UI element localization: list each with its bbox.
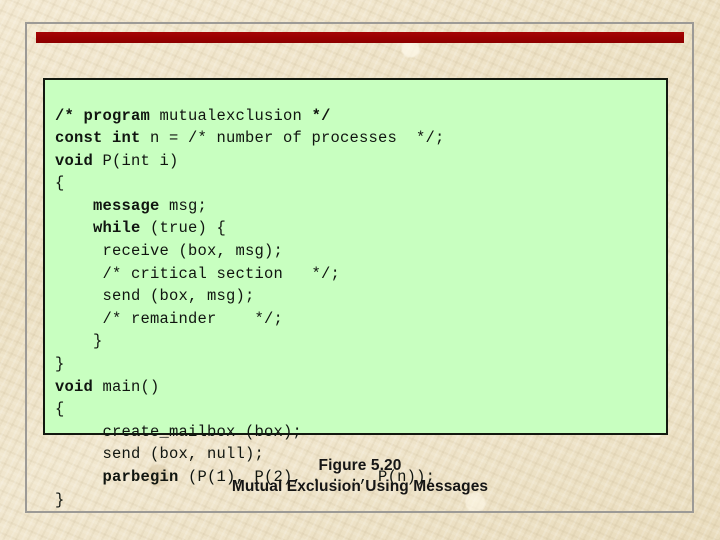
code-line: /* critical section */; bbox=[55, 263, 666, 286]
code-line: /* remainder */; bbox=[55, 308, 666, 331]
figure-number: Figure 5.20 bbox=[318, 457, 402, 474]
code-text: main() bbox=[102, 377, 160, 396]
figure-caption: Figure 5.20 Mutual Exclusion Using Messa… bbox=[0, 455, 720, 497]
code-text: msg; bbox=[169, 196, 208, 215]
code-line: void main() bbox=[55, 376, 666, 399]
code-line: receive (box, msg); bbox=[55, 240, 666, 263]
code-text: { bbox=[55, 400, 65, 419]
code-line: void P(int i) bbox=[55, 150, 666, 173]
code-line: } bbox=[55, 330, 666, 353]
code-line: const int n = /* number of processes */; bbox=[55, 127, 666, 150]
code-text: (true) { bbox=[150, 219, 227, 238]
code-line: while (true) { bbox=[55, 217, 666, 240]
code-line: create_mailbox (box); bbox=[55, 421, 666, 444]
code-line: send (box, msg); bbox=[55, 285, 666, 308]
code-keyword: void bbox=[55, 151, 103, 170]
code-keyword: program bbox=[83, 106, 160, 125]
code-text: create_mailbox (box); bbox=[55, 422, 303, 441]
code-keyword: const int bbox=[55, 129, 151, 148]
code-text: } bbox=[55, 355, 65, 374]
code-keyword: void bbox=[55, 377, 103, 396]
code-text: /* remainder */; bbox=[55, 309, 284, 328]
code-line: { bbox=[55, 398, 666, 421]
code-text: { bbox=[55, 174, 65, 193]
code-line: message msg; bbox=[55, 195, 666, 218]
code-text: /* critical section */; bbox=[55, 264, 341, 283]
code-text: send (box, msg); bbox=[55, 287, 255, 306]
code-listing-box: /* program mutualexclusion */const int n… bbox=[43, 78, 668, 509]
code-text: n = /* number of processes */; bbox=[150, 129, 445, 148]
code-keyword: /* bbox=[55, 106, 84, 125]
code-text: } bbox=[55, 332, 103, 351]
accent-bar bbox=[36, 32, 684, 43]
figure-title: Mutual Exclusion Using Messages bbox=[231, 478, 489, 495]
code-keyword: while bbox=[93, 219, 151, 238]
code-keyword: */ bbox=[311, 106, 331, 125]
slide-canvas: /* program mutualexclusion */const int n… bbox=[0, 0, 720, 540]
code-text: mutualexclusion bbox=[159, 106, 312, 125]
code-line: } bbox=[55, 353, 666, 376]
code-text: P(int i) bbox=[102, 151, 179, 170]
code-line: /* program mutualexclusion */ bbox=[55, 105, 666, 128]
code-listing-text: /* program mutualexclusion */const int n… bbox=[55, 105, 666, 512]
code-line: { bbox=[55, 172, 666, 195]
code-text: receive (box, msg); bbox=[55, 242, 284, 261]
code-keyword: message bbox=[93, 196, 170, 215]
